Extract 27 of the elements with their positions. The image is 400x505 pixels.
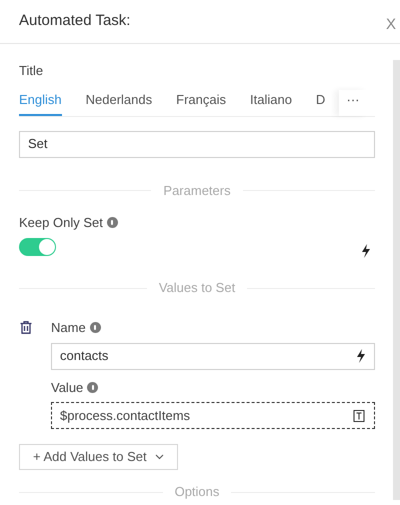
lightning-icon[interactable] (356, 349, 366, 363)
language-tab[interactable]: Italiano (250, 90, 292, 116)
info-icon (106, 216, 118, 228)
dialog-title: Automated Task: (19, 11, 130, 32)
info-icon (90, 322, 101, 334)
text-variable-icon[interactable] (352, 410, 366, 422)
name-input[interactable]: contacts (51, 342, 375, 370)
field-label: Title (19, 62, 44, 80)
more-tabs-button[interactable]: ··· (339, 90, 367, 116)
language-tab[interactable]: Nederlands (86, 90, 152, 116)
chevron-down-icon (154, 454, 164, 460)
toggle-switch[interactable] (19, 238, 56, 256)
lightning-icon[interactable] (361, 244, 371, 258)
title-input[interactable]: Set (19, 130, 375, 158)
section-divider-label: Values to Set (158, 279, 236, 298)
close-button[interactable]: X (386, 14, 396, 37)
field-label: Keep Only Set (19, 214, 103, 232)
language-tab[interactable]: D (316, 90, 326, 116)
field-label: Name (51, 319, 86, 337)
add-values-button[interactable]: + Add Values to Set (19, 444, 178, 470)
section-divider-label: Options (174, 483, 220, 502)
field-label: Value (51, 378, 84, 396)
trash-icon[interactable] (20, 321, 32, 334)
value-input[interactable]: $process.contactItems (51, 402, 375, 429)
section-divider-label: Parameters (163, 182, 231, 200)
language-tab[interactable]: Français (176, 90, 226, 116)
info-icon (87, 382, 98, 393)
